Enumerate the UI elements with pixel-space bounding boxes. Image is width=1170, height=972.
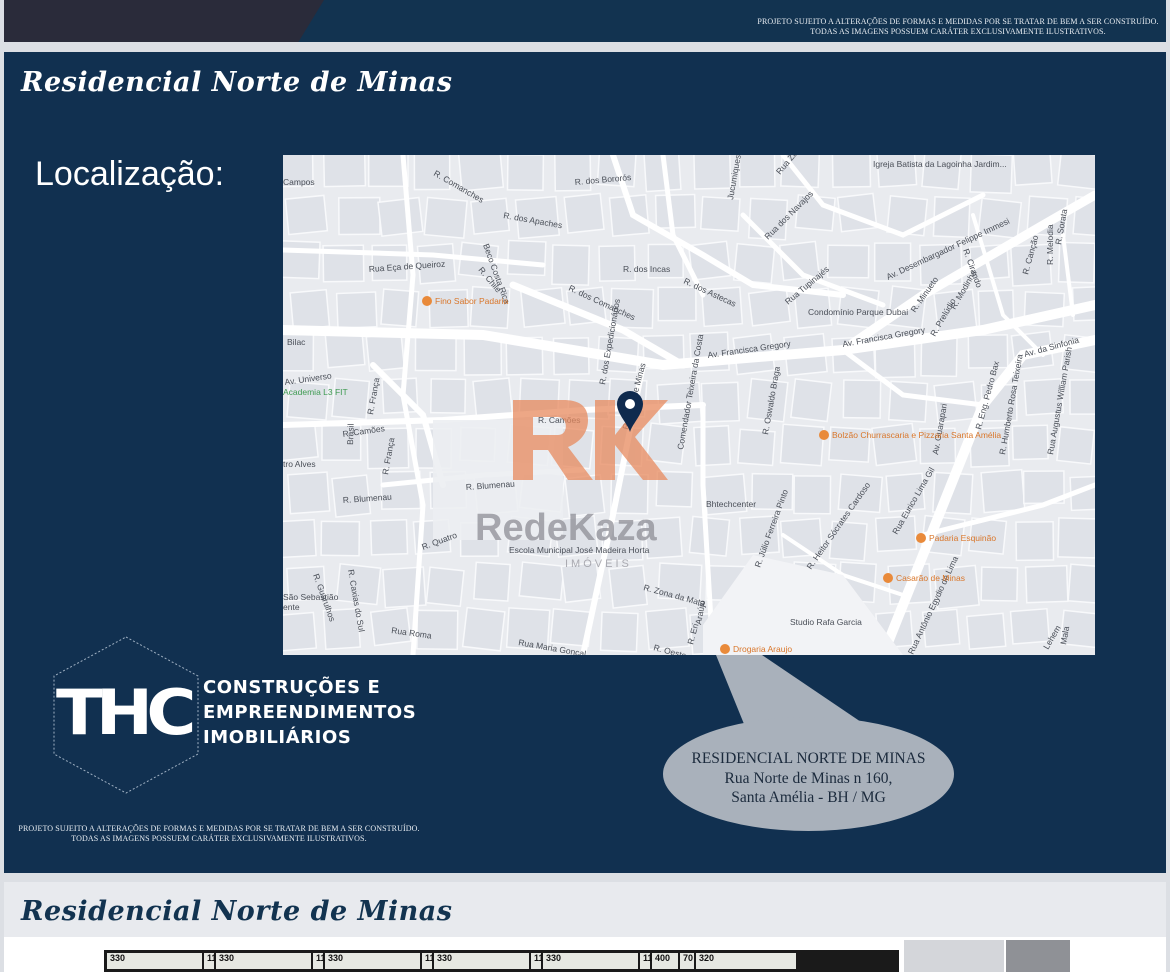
map-poi-label: Fino Sabor Padaria: [435, 296, 509, 306]
disclaimer-line1: PROJETO SUJEITO A ALTERAÇÕES DE FORMAS E…: [757, 17, 1159, 26]
floorplan-strip: 330 11 330 11 330 11 330 11 330 11 400 70 320: [104, 950, 899, 972]
floorplan-slide: Residencial Norte de Minas 330 11 330 11 330…: [4, 882, 1166, 972]
slide2-title: Residencial Norte de Minas: [21, 896, 453, 927]
floorplan-image-gray: [1006, 940, 1070, 972]
floorplan-dimension-label: 11: [531, 953, 544, 969]
disclaimer-bottom-line2: TODAS AS IMAGENS POSSUEM CARÁTER EXCLUSI…: [71, 834, 367, 843]
map-place-label: Bhtechcenter: [706, 499, 756, 509]
floorplan-image-light: [904, 940, 1004, 972]
map-place-label: São Sebastião: [283, 592, 339, 602]
company-line2: EMPREENDIMENTOS: [203, 702, 417, 723]
restaurant-icon[interactable]: [916, 533, 926, 543]
map-poi-label: Drogaria Araujo: [733, 644, 792, 654]
floorplan-cells: 330 11 330 11 330 11 330 11 330 11 400 70 320: [107, 953, 899, 972]
company-line3: IMOBILIÁRIOS: [203, 727, 352, 748]
thc-logo-mark: THC: [56, 676, 196, 749]
map-street-label: Brasil: [345, 423, 356, 445]
floorplan-dimension-label: 11: [313, 953, 326, 969]
disclaimer-top: PROJETO SUJEITO A ALTERAÇÕES DE FORMAS E…: [742, 17, 1166, 37]
restaurant-icon[interactable]: [422, 296, 432, 306]
address-line1: RESIDENCIAL NORTE DE MINAS: [691, 750, 926, 767]
location-label: Localização:: [35, 155, 225, 193]
map-street-label: R. dos Incas: [623, 264, 670, 274]
disclaimer-bottom-line1: PROJETO SUJEITO A ALTERAÇÕES DE FORMAS E…: [18, 824, 420, 833]
location-map[interactable]: R. dos Bororós R. dos Apaches R. Comanches…: [283, 155, 1095, 655]
map-gym-label: Academia L3 FIT: [283, 387, 348, 397]
address-line2: Rua Norte de Minas n 160,: [724, 769, 893, 787]
floorplan-dimension-label: 330: [543, 953, 638, 969]
disclaimer-bottom: PROJETO SUJEITO A ALTERAÇÕES DE FORMAS E…: [14, 824, 424, 844]
map-poi-label: Padaria Esquinão: [929, 533, 996, 543]
address-line3: Santa Amélia - BH / MG: [731, 789, 886, 806]
map-street-label: R. Melodia: [1045, 224, 1055, 265]
map-place-label: ente: [283, 602, 300, 612]
restaurant-icon[interactable]: [819, 430, 829, 440]
slide-title: Residencial Norte de Minas: [21, 67, 453, 98]
floorplan-dimension-label: 11: [640, 953, 653, 969]
floorplan-dimension-label: 330: [325, 953, 420, 969]
restaurant-icon[interactable]: [720, 644, 730, 654]
map-place-label: Condomínio Parque Dubai: [808, 307, 908, 317]
previous-slide-footer: PROJETO SUJEITO A ALTERAÇÕES DE FORMAS E…: [4, 0, 1166, 42]
floorplan-dimension-label: 11: [422, 953, 435, 969]
decorative-band: [4, 0, 324, 42]
watermark-sub: IMÓVEIS: [565, 557, 632, 570]
floorplan-dimension-label: 70: [680, 953, 694, 969]
watermark-brand: RedeKaza: [475, 507, 657, 549]
floorplan-dimension-label: 330: [434, 953, 529, 969]
map-street-label: Bilac: [287, 337, 306, 347]
company-line1: CONSTRUÇÕES E: [203, 677, 381, 698]
floorplan-dimension-label: 11: [204, 953, 217, 969]
address-text: RESIDENCIAL NORTE DE MINAS Rua Norte de …: [663, 749, 954, 808]
map-poi-label: Casarão de Minas: [896, 573, 965, 583]
restaurant-icon[interactable]: [883, 573, 893, 583]
map-place-label: Igreja Batista da Lagoinha Jardim...: [873, 159, 1007, 169]
floorplan-dimension-label: 320: [696, 953, 796, 969]
map-street-label: tro Alves: [283, 459, 316, 469]
disclaimer-line2: TODAS AS IMAGENS POSSUEM CARÁTER EXCLUSI…: [810, 27, 1106, 36]
map-poi-label: Bolzão Churrascaria e Pizzaria Santa Amé…: [832, 430, 1001, 440]
map-canvas[interactable]: R. dos BororósR. dos ApachesR. Comanches…: [283, 155, 1095, 655]
map-place-label: Studio Rafa Garcia: [790, 617, 862, 627]
floorplan-dimension-label: 330: [216, 953, 311, 969]
company-name: CONSTRUÇÕES E EMPREENDIMENTOS IMOBILIÁRI…: [203, 675, 416, 750]
map-street-label: Campos: [283, 177, 315, 187]
floorplan-dimension-label: 400: [652, 953, 678, 969]
floorplan-dimension-label: 330: [107, 953, 202, 969]
